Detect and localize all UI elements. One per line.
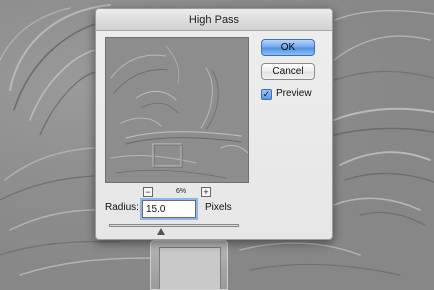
dialog-title: High Pass xyxy=(188,14,240,26)
minus-icon[interactable]: − xyxy=(143,187,153,197)
preview-checkbox[interactable]: ✓ xyxy=(261,89,272,100)
preview-checkbox-row[interactable]: ✓ Preview xyxy=(261,88,331,101)
cancel-button[interactable]: Cancel xyxy=(261,63,315,80)
filter-preview-window[interactable] xyxy=(105,37,249,183)
radius-unit-label: Pixels xyxy=(205,202,232,213)
zoom-controls: − 6% + xyxy=(105,187,249,199)
checkmark-icon: ✓ xyxy=(262,89,271,99)
ok-button[interactable]: OK xyxy=(261,39,315,56)
radius-label: Radius: xyxy=(105,202,139,213)
radius-input[interactable] xyxy=(142,200,196,218)
zoom-level: 6% xyxy=(175,188,187,195)
preview-label: Preview xyxy=(276,88,312,99)
device-screen xyxy=(159,247,221,289)
radius-slider-thumb[interactable] xyxy=(157,228,165,235)
preview-image xyxy=(106,38,248,182)
dialog-titlebar[interactable]: High Pass xyxy=(96,9,332,31)
plus-icon[interactable]: + xyxy=(201,187,211,197)
music-player-device xyxy=(150,240,228,290)
radius-row: Radius: Pixels xyxy=(105,200,305,218)
high-pass-dialog: High Pass − 6% + Radius: 15.0 Pixels OK … xyxy=(95,8,333,240)
radius-slider-track[interactable] xyxy=(109,224,239,227)
